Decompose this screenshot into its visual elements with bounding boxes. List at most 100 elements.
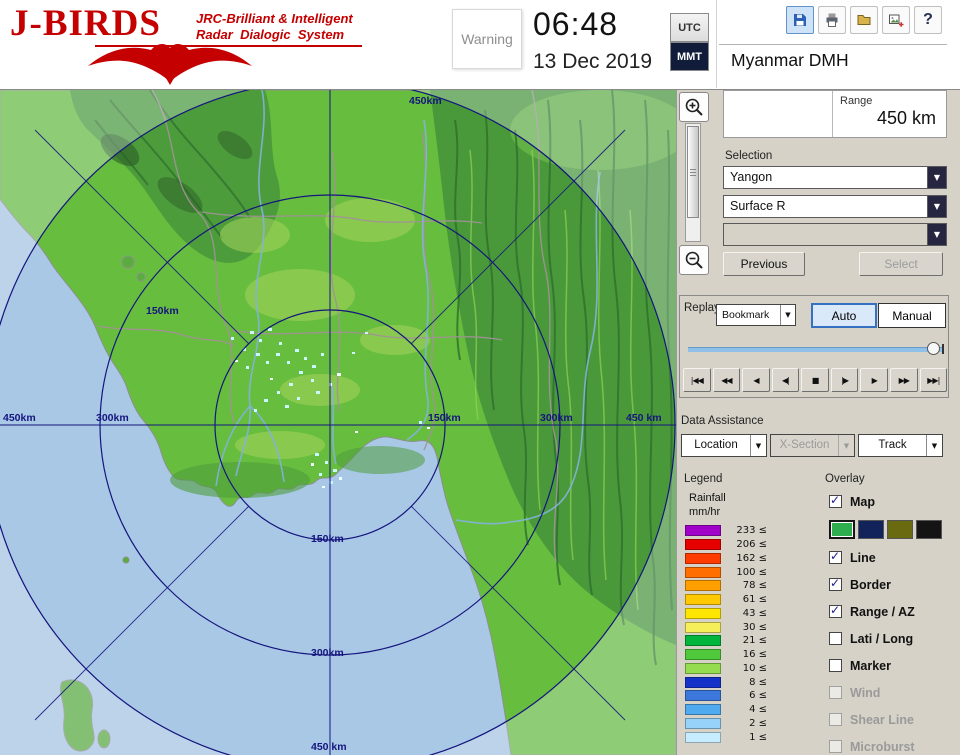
replay-group: Replay Bookmark ▼ Auto Manual |◀◀ ◀◀ ◀ ◀… [679, 295, 949, 398]
replay-slider-track[interactable] [688, 347, 944, 352]
help-icon: ? [923, 11, 933, 28]
zoom-slider-thumb[interactable] [687, 126, 699, 218]
replay-auto-button[interactable]: Auto [811, 303, 877, 328]
map-color-black[interactable] [916, 520, 942, 539]
range-value: 450 km [876, 108, 936, 128]
station-dropdown[interactable]: Yangon ▼ [723, 166, 947, 189]
overlay-item-label: Wind [850, 685, 881, 700]
station-title: Myanmar DMH [731, 50, 849, 70]
product-dropdown[interactable]: Surface R ▼ [723, 195, 947, 218]
stop-button[interactable]: ■ [801, 368, 829, 392]
station-dropdown-value: Yangon [730, 170, 773, 184]
overlay-checkbox-map[interactable]: Map [829, 488, 957, 515]
zoom-in-button[interactable] [679, 92, 709, 122]
overlay-checkbox-range-az[interactable]: Range / AZ [829, 598, 957, 625]
save-button[interactable] [786, 6, 814, 34]
step-back-button[interactable]: ◀| [771, 368, 800, 392]
legend-scale-row: 233 ≤ [685, 524, 785, 538]
overlay-checkbox-shear-line[interactable]: Shear Line [829, 706, 957, 733]
previous-button[interactable]: Previous [723, 252, 805, 276]
print-button[interactable] [818, 6, 846, 34]
playback-controls: |◀◀ ◀◀ ◀ ◀| ■ |▶ ▶ ▶▶ ▶▶| [683, 368, 948, 392]
track-button[interactable]: Track ▼ [858, 434, 943, 457]
chevron-down-icon[interactable]: ▼ [927, 224, 946, 245]
legend-value: 43 ≤ [742, 607, 767, 619]
location-button[interactable]: Location ▼ [681, 434, 767, 457]
option-dropdown[interactable]: ▼ [723, 223, 947, 246]
location-label: Location [694, 439, 738, 451]
chevron-down-icon[interactable]: ▼ [750, 435, 766, 456]
legend-scale-row: 43 ≤ [685, 607, 785, 621]
x-section-button[interactable]: X-Section ▼ [770, 434, 855, 457]
fast-rewind-button[interactable]: ◀◀ [712, 368, 741, 392]
save-icon [794, 14, 806, 26]
legend-value: 1 ≤ [749, 731, 767, 743]
range-label-south-inner: 150km [311, 533, 344, 545]
play-backward-button[interactable]: ◀ [742, 368, 770, 392]
chevron-down-icon[interactable]: ▼ [838, 435, 854, 456]
legend-color-swatch [685, 621, 721, 633]
checkbox-icon [829, 632, 842, 645]
open-folder-button[interactable] [850, 6, 878, 34]
play-button[interactable]: ▶ [860, 368, 888, 392]
station-divider [719, 44, 947, 45]
step-forward-button[interactable]: |▶ [830, 368, 859, 392]
warning-label: Warning [461, 31, 513, 47]
overlay-checkbox-microburst[interactable]: Microburst [829, 733, 957, 755]
legend-scale-row: 78 ≤ [685, 579, 785, 593]
chevron-down-icon[interactable]: ▼ [927, 196, 946, 217]
overlay-checkbox-marker[interactable]: Marker [829, 652, 957, 679]
timezone-mmt-button[interactable]: MMT [670, 42, 709, 71]
help-button[interactable]: ? [914, 6, 942, 34]
range-label: Range [840, 95, 873, 107]
zoom-out-button[interactable] [679, 245, 709, 275]
map-color-navy[interactable] [858, 520, 884, 539]
control-panel: Range 450 km Selection Yangon ▼ Surface … [676, 90, 960, 755]
range-label-west-mid: 300km [96, 412, 129, 424]
map-color-green[interactable] [829, 520, 855, 539]
zoom-slider-track[interactable] [685, 123, 701, 242]
map-color-olive[interactable] [887, 520, 913, 539]
overlay-checkbox-border[interactable]: Border [829, 571, 957, 598]
chevron-down-icon[interactable]: ▼ [780, 305, 795, 325]
legend-quantity: Rainfall [689, 492, 726, 504]
overlay-checkbox-wind[interactable]: Wind [829, 679, 957, 706]
checkbox-icon [829, 713, 842, 726]
select-button[interactable]: Select [859, 252, 943, 276]
legend-scale-row: 206 ≤ [685, 538, 785, 552]
timezone-utc-button[interactable]: UTC [670, 13, 709, 42]
legend-value: 21 ≤ [742, 635, 767, 647]
track-label: Track [878, 439, 907, 451]
data-assistance-label: Data Assistance [681, 415, 764, 427]
range-label-south-mid: 300km [311, 647, 344, 659]
warning-button[interactable]: Warning [452, 9, 522, 69]
legend-label: Legend [684, 473, 723, 485]
eagle-logo-icon [88, 44, 252, 85]
legend-value: 233 ≤ [736, 525, 767, 537]
radar-map[interactable]: 450km 450km 300km 150km 150km 300km 450 … [0, 79, 690, 755]
legend-color-swatch [685, 662, 721, 674]
skip-to-end-button[interactable]: ▶▶| [919, 368, 948, 392]
selection-label: Selection [725, 150, 773, 162]
range-label-top: 450km [409, 95, 442, 107]
chevron-down-icon[interactable]: ▼ [926, 435, 942, 456]
overlay-item-label: Range / AZ [850, 604, 915, 619]
legend-color-swatch [685, 690, 721, 702]
overlay-checkbox-line[interactable]: Line [829, 544, 957, 571]
range-label-east-inner: 150km [428, 412, 461, 424]
radar-map-canvas: 450km 450km 300km 150km 150km 300km 450 … [0, 79, 690, 755]
range-divider [832, 91, 833, 137]
bookmark-button[interactable]: Bookmark ▼ [716, 304, 796, 326]
legend-color-swatch [685, 566, 721, 578]
snapshot-button[interactable] [882, 6, 910, 34]
skip-to-start-button[interactable]: |◀◀ [683, 368, 711, 392]
overlay-item-label: Shear Line [850, 712, 914, 727]
fast-forward-button[interactable]: ▶▶ [889, 368, 918, 392]
replay-manual-button[interactable]: Manual [878, 303, 946, 328]
legend-color-swatch [685, 717, 721, 729]
overlay-checkbox-lati-long[interactable]: Lati / Long [829, 625, 957, 652]
chevron-down-icon[interactable]: ▼ [927, 167, 946, 188]
replay-slider-handle[interactable] [926, 342, 940, 355]
replay-timeline-slider[interactable] [688, 342, 944, 356]
previous-label: Previous [740, 257, 788, 271]
